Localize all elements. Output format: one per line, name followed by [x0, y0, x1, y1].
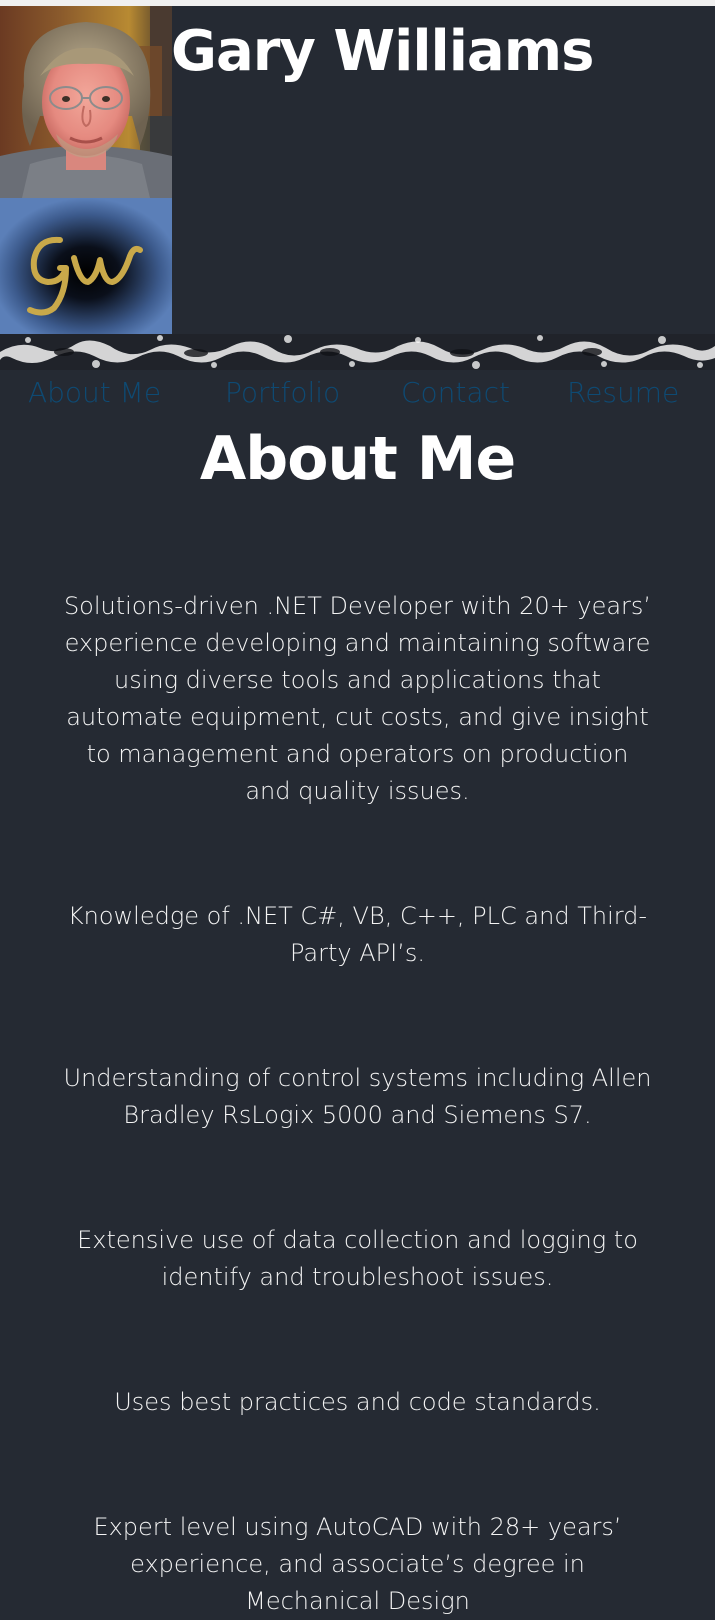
- profile-photo: [0, 6, 172, 198]
- nav-link-portfolio[interactable]: Portfolio: [225, 370, 340, 416]
- decorative-texture-band: [0, 334, 715, 370]
- monogram-logo-mark: [27, 236, 143, 316]
- about-paragraph: Extensive use of data collection and log…: [77, 1226, 638, 1291]
- about-paragraph: Understanding of control systems includi…: [63, 1064, 652, 1129]
- nav-link-about-me[interactable]: About Me: [28, 370, 161, 416]
- site-title: Gary Williams: [171, 19, 594, 84]
- about-paragraph: Uses best practices and code standards.: [114, 1388, 601, 1416]
- about-paragraph: Knowledge of .NET C#, VB, C++, PLC and T…: [67, 902, 648, 967]
- nav-link-contact[interactable]: Contact: [401, 370, 510, 416]
- about-paragraph: Solutions-driven .NET Developer with 20+…: [63, 592, 652, 805]
- page-heading: About Me: [199, 424, 516, 494]
- nav-link-resume[interactable]: Resume: [567, 370, 679, 416]
- about-paragraph: Expert level using AutoCAD with 28+ year…: [93, 1513, 622, 1615]
- main-nav: About Me Portfolio Contact Resume: [0, 370, 715, 416]
- monogram-logo: [0, 198, 172, 334]
- profile-photo-image: [0, 6, 172, 198]
- marble-texture: [0, 334, 715, 370]
